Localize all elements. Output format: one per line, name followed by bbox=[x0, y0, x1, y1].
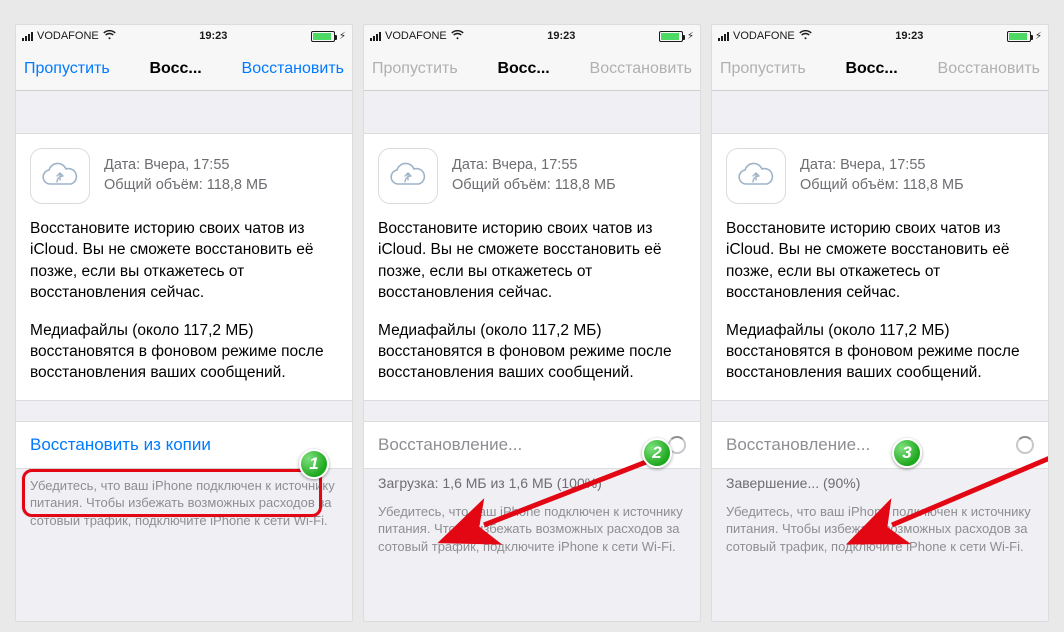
nav-title: Восс... bbox=[846, 60, 898, 78]
nav-bar: Пропустить Восс... Восстановить bbox=[16, 47, 352, 91]
status-bar: VODAFONE 19:23 ⚡︎ bbox=[712, 25, 1048, 47]
restore-description-2: Медиафайлы (около 117,2 МБ) восстановятс… bbox=[726, 320, 1034, 384]
charging-icon: ⚡︎ bbox=[339, 31, 346, 42]
backup-date: Дата: Вчера, 17:55 bbox=[452, 156, 616, 176]
nav-skip-button: Пропустить bbox=[720, 60, 806, 78]
backup-info-card: Дата: Вчера, 17:55 Общий объём: 118,8 МБ… bbox=[364, 133, 700, 401]
carrier-label: VODAFONE bbox=[37, 30, 99, 42]
nav-title: Восс... bbox=[150, 60, 202, 78]
restore-description-2: Медиафайлы (около 117,2 МБ) восстановятс… bbox=[378, 320, 686, 384]
backup-size: Общий объём: 118,8 МБ bbox=[452, 176, 616, 196]
wifi-hint: Убедитесь, что ваш iPhone подключен к ис… bbox=[364, 495, 700, 556]
signal-icon bbox=[22, 32, 33, 41]
wifi-icon bbox=[451, 30, 464, 43]
download-progress: Загрузка: 1,6 МБ из 1,6 МБ (100%) bbox=[364, 469, 700, 495]
nav-bar: Пропустить Восс... Восстановить bbox=[712, 47, 1048, 91]
spinner-icon bbox=[668, 436, 686, 454]
carrier-label: VODAFONE bbox=[385, 30, 447, 42]
icloud-backup-icon bbox=[378, 148, 438, 204]
battery-icon bbox=[1007, 31, 1031, 42]
restore-progress-row: Восстановление... bbox=[712, 421, 1048, 469]
spinner-icon bbox=[1016, 436, 1034, 454]
icloud-backup-icon bbox=[726, 148, 786, 204]
restore-description-2: Медиафайлы (около 117,2 МБ) восстановятс… bbox=[30, 320, 338, 384]
restore-description-1: Восстановите историю своих чатов из iClo… bbox=[726, 218, 1034, 304]
clock-label: 19:23 bbox=[199, 30, 227, 42]
restore-action-row[interactable]: Восстановить из копии bbox=[16, 421, 352, 469]
signal-icon bbox=[718, 32, 729, 41]
backup-date: Дата: Вчера, 17:55 bbox=[800, 156, 964, 176]
battery-icon bbox=[311, 31, 335, 42]
restoring-label: Восстановление... bbox=[726, 435, 870, 455]
restore-description-1: Восстановите историю своих чатов из iClo… bbox=[30, 218, 338, 304]
nav-restore-button[interactable]: Восстановить bbox=[242, 60, 344, 78]
restoring-label: Восстановление... bbox=[378, 435, 522, 455]
signal-icon bbox=[370, 32, 381, 41]
restore-description-1: Восстановите историю своих чатов из iClo… bbox=[378, 218, 686, 304]
nav-bar: Пропустить Восс... Восстановить bbox=[364, 47, 700, 91]
nav-skip-button[interactable]: Пропустить bbox=[24, 60, 110, 78]
charging-icon: ⚡︎ bbox=[687, 31, 694, 42]
finishing-progress: Завершение... (90%) bbox=[712, 469, 1048, 495]
backup-info-card: Дата: Вчера, 17:55 Общий объём: 118,8 МБ… bbox=[712, 133, 1048, 401]
screen-1: VODAFONE 19:23 ⚡︎ Пропустить Восс... Вос… bbox=[15, 24, 353, 622]
clock-label: 19:23 bbox=[895, 30, 923, 42]
backup-date: Дата: Вчера, 17:55 bbox=[104, 156, 268, 176]
backup-size: Общий объём: 118,8 МБ bbox=[800, 176, 964, 196]
status-bar: VODAFONE 19:23 ⚡︎ bbox=[364, 25, 700, 47]
backup-info-card: Дата: Вчера, 17:55 Общий объём: 118,8 МБ… bbox=[16, 133, 352, 401]
nav-restore-button: Восстановить bbox=[590, 60, 692, 78]
carrier-label: VODAFONE bbox=[733, 30, 795, 42]
icloud-backup-icon bbox=[30, 148, 90, 204]
clock-label: 19:23 bbox=[547, 30, 575, 42]
wifi-icon bbox=[799, 30, 812, 43]
battery-icon bbox=[659, 31, 683, 42]
restore-progress-row: Восстановление... bbox=[364, 421, 700, 469]
restore-from-backup-button[interactable]: Восстановить из копии bbox=[30, 435, 211, 454]
wifi-hint: Убедитесь, что ваш iPhone подключен к ис… bbox=[712, 495, 1048, 556]
wifi-icon bbox=[103, 30, 116, 43]
screen-2: VODAFONE 19:23 ⚡︎ Пропустить Восс... Вос… bbox=[363, 24, 701, 622]
status-bar: VODAFONE 19:23 ⚡︎ bbox=[16, 25, 352, 47]
nav-restore-button: Восстановить bbox=[938, 60, 1040, 78]
screen-3: VODAFONE 19:23 ⚡︎ Пропустить Восс... Вос… bbox=[711, 24, 1049, 622]
backup-size: Общий объём: 118,8 МБ bbox=[104, 176, 268, 196]
nav-skip-button: Пропустить bbox=[372, 60, 458, 78]
nav-title: Восс... bbox=[498, 60, 550, 78]
wifi-hint: Убедитесь, что ваш iPhone подключен к ис… bbox=[16, 469, 352, 530]
charging-icon: ⚡︎ bbox=[1035, 31, 1042, 42]
